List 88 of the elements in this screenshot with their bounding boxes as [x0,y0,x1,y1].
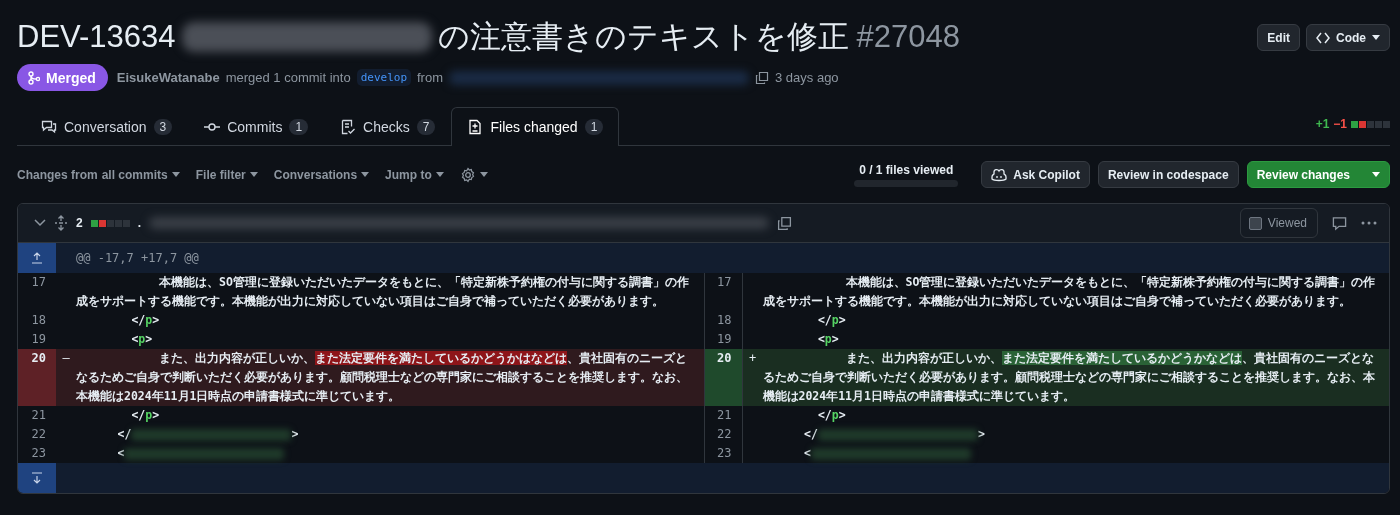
line-number: 21 [703,406,742,425]
settings-icon [459,166,476,183]
line-number: 18 [30,312,47,329]
code-line: </p> [816,312,847,329]
file-diff-icon [467,119,484,135]
caret-icon [361,172,370,177]
edit-button[interactable]: Edit [1257,24,1300,51]
line-number: 20 [18,349,56,406]
from-label: from [417,70,443,85]
merge-icon [28,70,40,85]
caret-icon [1372,172,1380,177]
expand-icon[interactable] [54,215,68,231]
changes-from-menu[interactable]: Changes from all commits [17,167,180,182]
expand-up-icon [32,252,42,264]
diffstat-drawing [1351,120,1390,128]
caret-icon [171,172,180,177]
line-number: 23 [30,445,47,462]
line-number: 17 [703,273,742,311]
pr-title: DEV-13634 [17,18,176,56]
count-badge: 7 [416,118,436,135]
additions-count: +1 [1315,117,1330,131]
code-icon [1316,31,1330,44]
line-number: 22 [30,426,47,443]
chevron-icon[interactable] [34,219,46,227]
changes-count: 2 [76,216,83,230]
copilot-icon [991,167,1008,182]
copy-icon[interactable] [755,70,769,85]
expand-down-button[interactable] [18,463,56,493]
line-number: 18 [703,311,742,330]
caret-icon [479,172,488,177]
checklist-icon [340,118,357,135]
caret-icon [1372,35,1380,40]
copy-icon[interactable] [777,215,793,231]
line-number: 20 [703,349,742,406]
code-line: </p> [130,407,161,424]
diffstat-drawing [90,219,130,227]
files-viewed-count: 0 / 1 files viewed [859,162,954,177]
diff-sign: + [748,351,757,365]
line-number: 17 [30,274,47,291]
code-line: < [76,444,704,463]
tab[interactable]: Files changed 1 [451,107,620,146]
pr-title: の注意書きのテキストを修正 [437,18,849,56]
code-line: また、出力内容が正しいか、また法定要件を満たしているかどうかはなどは、貴社固有のニーズとなるためご自身で判断いただく必要があります。顧問税理士などの専門家にご相談することを推奨します。なお、本機能は2024年11月1日時点の申請書様式に準じています。 [76,350,689,405]
hunk-header: @@ -17,7 +17,7 @@ [76,251,199,265]
line-number: 19 [30,331,47,348]
speech-bubbles-icon [41,118,57,135]
expand-up-button[interactable] [18,243,56,273]
comment-icon[interactable] [1332,215,1347,231]
merged-badge: Merged [17,64,108,91]
line-number: 22 [703,425,742,444]
code-line: 本機能は、SO管理に登録いただいたデータをもとに、「特定新株予約権の付与に関する調書」の作成をサポートする機能です。本機能が出力に対応していない項目はご自身で補っていただく必要があります。 [762,274,1377,310]
file-path: . [137,216,142,230]
tab[interactable]: Checks 7 [324,107,452,145]
ask-copilot-button[interactable]: Ask Copilot [981,161,1090,188]
count-badge: 3 [153,118,173,135]
pr-number: #27048 [856,18,960,56]
filter-menu[interactable]: Conversations [273,167,370,182]
codespace-button[interactable]: Review in codespace [1097,161,1239,188]
tab[interactable]: Commits 1 [188,107,325,145]
more-icon[interactable] [1361,221,1377,225]
expand-down-icon [32,472,42,484]
caret-icon [249,172,258,177]
code-line: <p> [816,331,840,348]
count-badge: 1 [584,119,604,135]
line-number: 21 [30,407,47,424]
code-line: < [762,444,1389,463]
merge-time: 3 days ago [775,70,839,85]
tab[interactable]: Conversation 3 [25,107,189,145]
filter-menu[interactable]: Jump to [385,167,444,182]
code-line: </p> [816,407,847,424]
viewed-checkbox[interactable]: Viewed [1239,208,1318,238]
code-button[interactable]: Code [1306,24,1390,51]
filter-menu[interactable]: File filter [195,167,258,182]
author-name[interactable]: EisukeWatanabe [116,70,220,85]
deletions-count: −1 [1333,117,1347,131]
code-line: </ > [803,426,986,443]
code-line: 本機能は、SO管理に登録いただいたデータをもとに、「特定新株予約権の付与に関する調書」の作成をサポートする機能です。本機能が出力に対応していない項目はご自身で補っていただく必要があります。 [76,274,690,310]
count-badge: 1 [289,118,309,135]
code-line: <p> [130,331,154,348]
code-line: </ > [116,426,300,443]
branch-name[interactable]: develop [356,69,411,86]
merge-description: merged 1 commit into [225,70,351,85]
code-line: また、出力内容が正しいか、また法定要件を満たしているかどうかなどは、貴社固有のニーズとなるためご自身で判断いただく必要があります。顧問税理士などの専門家にご相談することを推奨します。なお、本機能は2024年11月1日時点の申請書様式に準じています。 [762,350,1376,405]
settings-menu[interactable] [459,166,488,183]
code-line: </p> [130,312,161,329]
diff-sign: – [62,351,70,365]
caret-icon [435,172,444,177]
review-changes-button[interactable]: Review changes [1246,161,1390,188]
